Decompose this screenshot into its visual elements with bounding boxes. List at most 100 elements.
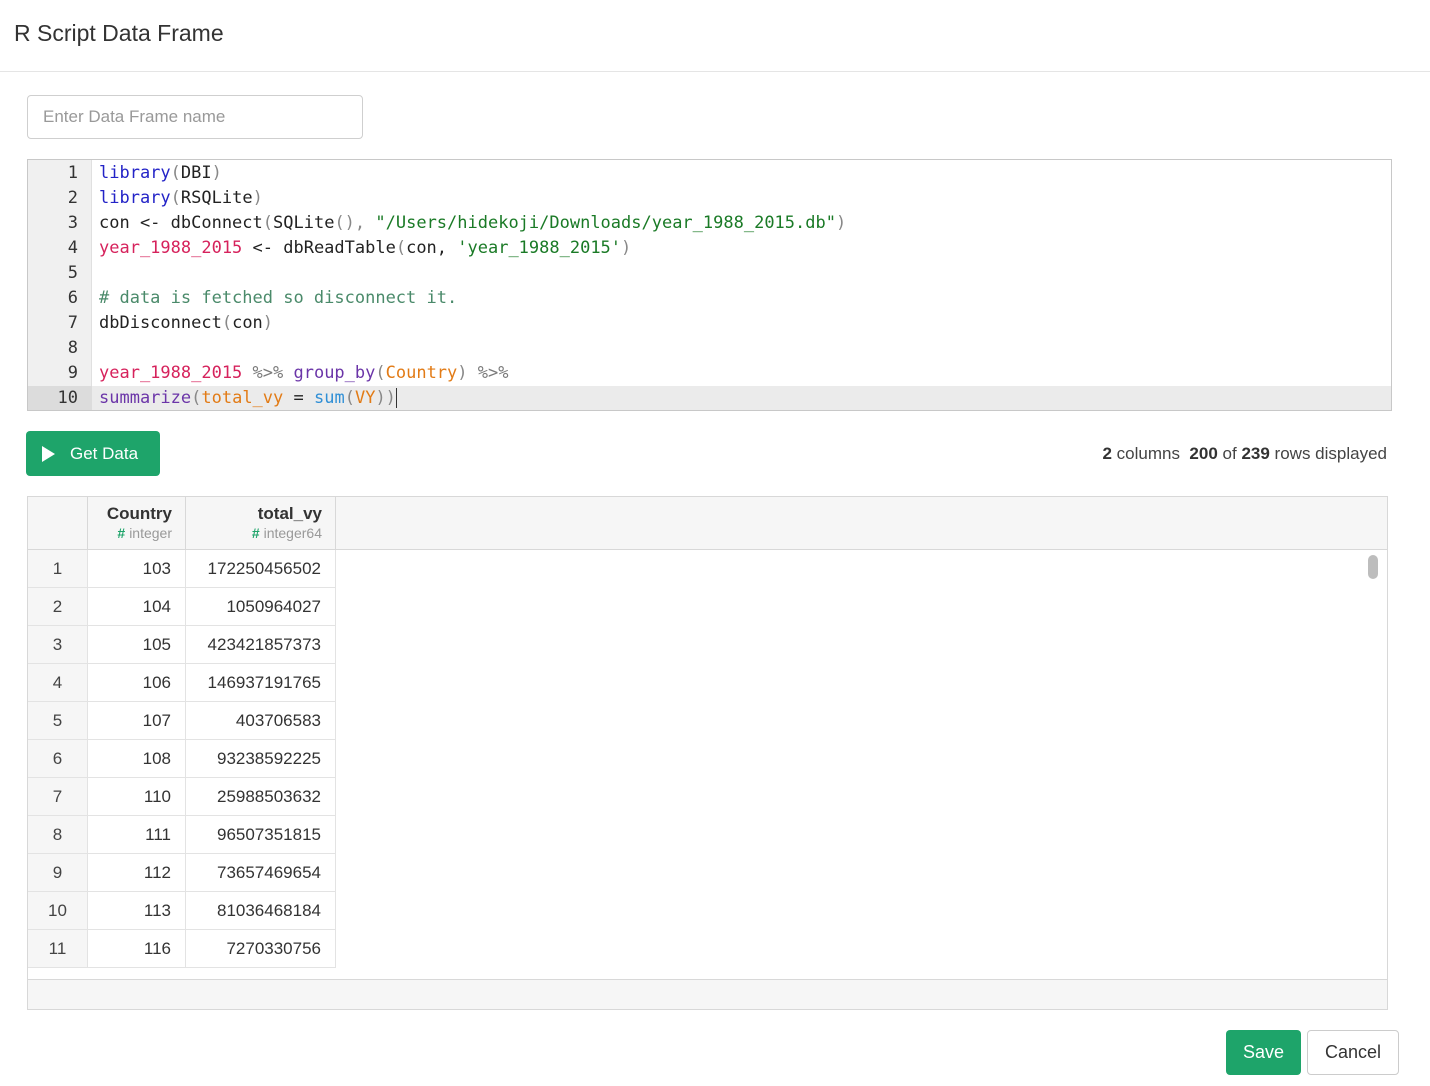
- total-vy-cell[interactable]: 93238592225: [186, 740, 336, 778]
- data-grid[interactable]: Country # integer total_vy # integer64 1 10…: [27, 496, 1388, 1010]
- total-vy-cell[interactable]: 1050964027: [186, 588, 336, 626]
- line-number: 3: [67, 213, 78, 233]
- total-vy-cell[interactable]: 146937191765: [186, 664, 336, 702]
- row-index-cell: 4: [28, 664, 88, 702]
- code-token: )): [375, 388, 396, 408]
- country-cell[interactable]: 103: [88, 550, 186, 588]
- country-cell[interactable]: 107: [88, 702, 186, 740]
- column-type-label: integer: [129, 525, 172, 541]
- code-token: con <- dbConnect: [99, 213, 263, 233]
- table-row[interactable]: 3 105 423421857373: [28, 626, 1387, 664]
- dialog-title: R Script Data Frame: [14, 20, 224, 46]
- country-cell[interactable]: 112: [88, 854, 186, 892]
- rows-shown-count: 200: [1189, 444, 1218, 463]
- code-line[interactable]: 9 year_1988_2015 %>% group_by(Country) %>…: [28, 361, 1391, 386]
- data-frame-name-input[interactable]: [27, 95, 363, 139]
- code-line[interactable]: 3 con <- dbConnect(SQLite(), "/Users/hide…: [28, 211, 1391, 236]
- country-cell[interactable]: 105: [88, 626, 186, 664]
- row-index-cell: 7: [28, 778, 88, 816]
- table-row[interactable]: 9 112 73657469654: [28, 854, 1387, 892]
- code-token: ): [252, 188, 263, 208]
- total-vy-cell[interactable]: 73657469654: [186, 854, 336, 892]
- table-row[interactable]: 1 103 172250456502: [28, 550, 1387, 588]
- country-cell[interactable]: 111: [88, 816, 186, 854]
- country-cell[interactable]: 113: [88, 892, 186, 930]
- code-line[interactable]: 4 year_1988_2015 <- dbReadTable(con, 'yea…: [28, 236, 1391, 261]
- cancel-button[interactable]: Cancel: [1307, 1030, 1399, 1075]
- code-token: (: [221, 313, 233, 333]
- get-data-button[interactable]: Get Data: [26, 431, 160, 476]
- row-index-cell: 8: [28, 816, 88, 854]
- scrollbar-thumb[interactable]: [1368, 555, 1378, 579]
- code-line[interactable]: 10 summarize(total_vy = sum(VY)): [28, 386, 1391, 410]
- row-index-cell: 2: [28, 588, 88, 626]
- rows-total-count: 239: [1241, 444, 1270, 463]
- code-token: (: [191, 388, 202, 408]
- table-row[interactable]: 5 107 403706583: [28, 702, 1387, 740]
- row-index-header: [28, 497, 88, 549]
- code-token: summarize: [99, 388, 192, 408]
- total-vy-cell[interactable]: 25988503632: [186, 778, 336, 816]
- code-text: summarize(total_vy = sum(VY)): [99, 386, 397, 410]
- code-line[interactable]: 8: [28, 336, 1391, 361]
- column-name: Country: [106, 504, 172, 523]
- country-cell[interactable]: 116: [88, 930, 186, 968]
- code-token: group_by: [293, 363, 376, 383]
- country-cell[interactable]: 110: [88, 778, 186, 816]
- row-index-cell: 9: [28, 854, 88, 892]
- country-cell[interactable]: 106: [88, 664, 186, 702]
- table-row[interactable]: 11 116 7270330756: [28, 930, 1387, 968]
- table-row[interactable]: 7 110 25988503632: [28, 778, 1387, 816]
- total-vy-cell[interactable]: 423421857373: [186, 626, 336, 664]
- save-button[interactable]: Save: [1226, 1030, 1301, 1075]
- total-vy-cell[interactable]: 96507351815: [186, 816, 336, 854]
- column-type: # integer: [88, 525, 172, 541]
- line-number: 8: [67, 338, 78, 358]
- get-data-label: Get Data: [70, 443, 139, 463]
- code-text: year_1988_2015 <- dbReadTable(con, 'year…: [99, 236, 631, 261]
- code-line[interactable]: 5: [28, 261, 1391, 286]
- code-line[interactable]: 7 dbDisconnect(con): [28, 311, 1391, 336]
- grid-footer: [28, 979, 1387, 1009]
- code-token: (: [170, 163, 181, 183]
- row-index-cell: 1: [28, 550, 88, 588]
- code-token: (),: [334, 213, 376, 233]
- code-token: %>%: [467, 363, 509, 383]
- country-cell[interactable]: 108: [88, 740, 186, 778]
- total-vy-cell[interactable]: 81036468184: [186, 892, 336, 930]
- table-row[interactable]: 8 111 96507351815: [28, 816, 1387, 854]
- table-row[interactable]: 6 108 93238592225: [28, 740, 1387, 778]
- total-vy-cell[interactable]: 172250456502: [186, 550, 336, 588]
- code-token: dbDisconnect: [99, 313, 222, 333]
- code-line[interactable]: 1 library(DBI): [28, 161, 1391, 186]
- grid-body: 1 103 172250456502 2 104 1050964027 3 105 423421…: [28, 550, 1387, 968]
- code-token: <- dbReadTable: [242, 238, 396, 258]
- column-header-country[interactable]: Country # integer: [88, 497, 186, 549]
- code-lines: 1 library(DBI) 2 library(RSQLite) 3 con <- db…: [28, 161, 1391, 410]
- row-index-cell: 3: [28, 626, 88, 664]
- code-token: con: [232, 313, 263, 333]
- code-token: Country: [385, 363, 458, 383]
- code-token: 'year_1988_2015': [457, 238, 622, 258]
- code-token: library: [99, 163, 171, 183]
- code-token: library: [99, 188, 171, 208]
- grid-header: Country # integer total_vy # integer64: [28, 497, 1387, 550]
- line-number: 6: [67, 288, 78, 308]
- row-index-cell: 11: [28, 930, 88, 968]
- code-text: library(RSQLite): [99, 186, 263, 211]
- total-vy-cell[interactable]: 403706583: [186, 702, 336, 740]
- total-vy-cell[interactable]: 7270330756: [186, 930, 336, 968]
- country-cell[interactable]: 104: [88, 588, 186, 626]
- table-row[interactable]: 4 106 146937191765: [28, 664, 1387, 702]
- code-text: con <- dbConnect(SQLite(), "/Users/hidek…: [99, 211, 846, 236]
- code-token: ): [262, 313, 274, 333]
- code-line[interactable]: 6 # data is fetched so disconnect it.: [28, 286, 1391, 311]
- column-header-total-vy[interactable]: total_vy # integer64: [186, 497, 336, 549]
- rows-summary: 2 columns 200 of 239 rows displayed: [1102, 444, 1387, 464]
- code-line[interactable]: 2 library(RSQLite): [28, 186, 1391, 211]
- code-editor[interactable]: 1 library(DBI) 2 library(RSQLite) 3 con <- db…: [27, 159, 1392, 411]
- table-row[interactable]: 10 113 81036468184: [28, 892, 1387, 930]
- table-row[interactable]: 2 104 1050964027: [28, 588, 1387, 626]
- vertical-scrollbar[interactable]: [1368, 553, 1378, 977]
- column-type-label: integer64: [263, 525, 322, 541]
